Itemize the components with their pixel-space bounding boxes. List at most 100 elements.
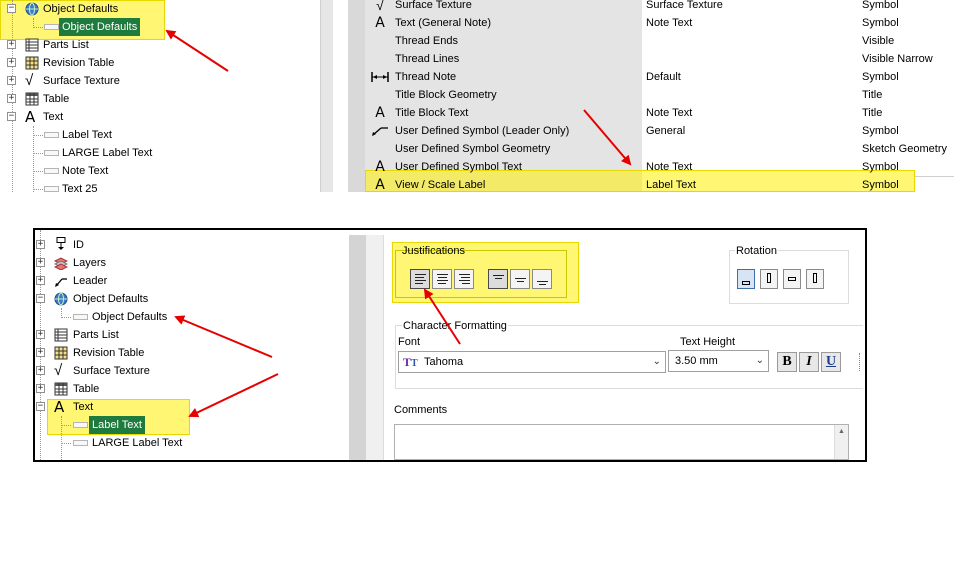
comments-field[interactable]: ▲: [394, 424, 849, 460]
tree-item-object-defaults[interactable]: − Object Defaults: [0, 0, 320, 18]
chevron-down-icon: ⌄: [755, 355, 764, 366]
expand-icon[interactable]: +: [7, 40, 16, 49]
expand-icon[interactable]: +: [7, 94, 16, 103]
align-bottom-button[interactable]: [532, 269, 552, 289]
collapse-icon[interactable]: −: [36, 294, 45, 303]
tree-item-revision-table[interactable]: + Revision Table: [35, 344, 349, 362]
justify-right-button[interactable]: [454, 269, 474, 289]
tree-item-parts-list[interactable]: + Parts List: [0, 36, 320, 54]
tree-item-id[interactable]: + ID: [35, 236, 349, 254]
expand-icon[interactable]: +: [7, 58, 16, 67]
align-middle-button[interactable]: [510, 269, 530, 289]
tree-item-large-label-text[interactable]: LARGE Label Text: [0, 144, 320, 162]
table-row[interactable]: Thread Ends Visible: [365, 32, 954, 50]
table-row[interactable]: √ Surface Texture Surface Texture Symbol: [365, 0, 954, 14]
tree-item-label: Label Text: [62, 129, 112, 141]
toolbar-separator: [859, 353, 860, 371]
tree-item-parts-list[interactable]: + Parts List: [35, 326, 349, 344]
cell-name: Surface Texture: [395, 0, 472, 11]
parts-list-icon: [54, 328, 68, 342]
tree-item-object-defaults-child[interactable]: Object Defaults: [35, 308, 349, 326]
cell-name: Thread Note: [395, 71, 457, 83]
rotation-90-button[interactable]: [760, 269, 778, 289]
text-a-icon: A: [25, 108, 36, 126]
underline-button[interactable]: U: [821, 352, 841, 372]
leader-icon: [372, 127, 388, 136]
tree-item-label: Text 25: [62, 183, 98, 192]
table-row[interactable]: A Text (General Note) Note Text Symbol: [365, 14, 954, 32]
check-icon: √: [376, 0, 384, 13]
table-row-view-scale-label[interactable]: A View / Scale Label Label Text Symbol: [365, 176, 954, 194]
layers-icon: [54, 257, 68, 270]
expand-icon[interactable]: +: [36, 276, 45, 285]
tree-item-text-25[interactable]: Text 25: [0, 180, 320, 192]
align-top-button[interactable]: [488, 269, 508, 289]
justify-center-button[interactable]: [432, 269, 452, 289]
cell-name: Thread Lines: [395, 53, 460, 65]
tree-item-table[interactable]: + Table: [0, 90, 320, 108]
collapse-icon[interactable]: −: [36, 402, 45, 411]
splitter[interactable]: [349, 235, 366, 460]
rotation-180-button[interactable]: [783, 269, 801, 289]
justifications-title: Justifications: [402, 245, 465, 257]
bold-button[interactable]: B: [777, 352, 797, 372]
tree-item-text[interactable]: − A Text: [35, 398, 349, 416]
tree-item-object-defaults-child[interactable]: Object Defaults: [0, 18, 320, 36]
justify-left-button[interactable]: [410, 269, 430, 289]
scrollbar[interactable]: [320, 0, 333, 192]
tree-item-table[interactable]: + Table: [35, 380, 349, 398]
table-row[interactable]: A Title Block Text Note Text Title: [365, 104, 954, 122]
cell-name: User Defined Symbol Text: [395, 161, 522, 173]
table-row[interactable]: Thread Note Default Symbol: [365, 68, 954, 86]
leader-icon: [55, 278, 67, 287]
text-height-value: 3.50 mm: [675, 355, 718, 367]
cell-layer: Visible Narrow: [862, 53, 933, 65]
table-row[interactable]: A User Defined Symbol Text Note Text Sym…: [365, 158, 954, 176]
scroll-up-icon[interactable]: ▲: [838, 428, 845, 435]
tree-item-label: Layers: [73, 257, 107, 269]
cell-name: Title Block Geometry: [395, 89, 497, 101]
tree-item-label: Object Defaults: [43, 3, 119, 15]
expand-icon[interactable]: +: [36, 258, 45, 267]
collapse-icon[interactable]: −: [7, 4, 16, 13]
text-height-select[interactable]: 3.50 mm ⌄: [668, 350, 769, 372]
cell-name: Thread Ends: [395, 35, 458, 47]
rotation-270-button[interactable]: [806, 269, 824, 289]
tree-item-label-text[interactable]: Label Text: [0, 126, 320, 144]
text-a-icon: A: [375, 105, 385, 121]
rect-icon: [73, 440, 88, 446]
table-row[interactable]: User Defined Symbol Geometry Sketch Geom…: [365, 140, 954, 158]
tree-item-layers[interactable]: + Layers: [35, 254, 349, 272]
scrollbar[interactable]: ▲: [834, 425, 848, 459]
tree-item-object-defaults[interactable]: − Object Defaults: [35, 290, 349, 308]
splitter[interactable]: [348, 0, 365, 192]
cell-style: Label Text: [646, 179, 696, 191]
rect-icon: [73, 314, 88, 320]
tree-item-label: LARGE Label Text: [62, 147, 153, 159]
expand-icon[interactable]: +: [7, 76, 16, 85]
rotation-0-button[interactable]: [737, 269, 755, 289]
tree-item-label: Parts List: [73, 329, 119, 341]
expand-icon[interactable]: +: [36, 330, 45, 339]
tree-item-label: Text: [73, 401, 94, 413]
table-row[interactable]: User Defined Symbol (Leader Only) Genera…: [365, 122, 954, 140]
truetype-font-icon: TT: [403, 355, 418, 369]
font-select[interactable]: TT Tahoma ⌄: [398, 351, 666, 373]
tree-item-revision-table[interactable]: + Revision Table: [0, 54, 320, 72]
tree-item-label: ID: [73, 239, 84, 251]
expand-icon[interactable]: +: [36, 366, 45, 375]
table-row[interactable]: Title Block Geometry Title: [365, 86, 954, 104]
tree-item-text[interactable]: − A Text: [0, 108, 320, 126]
expand-icon[interactable]: +: [36, 348, 45, 357]
italic-button[interactable]: I: [799, 352, 819, 372]
expand-icon[interactable]: +: [36, 384, 45, 393]
tree-item-note-text[interactable]: Note Text: [0, 162, 320, 180]
tree-item-surface-texture[interactable]: + √ Surface Texture: [35, 362, 349, 380]
tree-item-surface-texture[interactable]: + √ Surface Texture: [0, 72, 320, 90]
tree-item-leader[interactable]: + Leader: [35, 272, 349, 290]
table-row[interactable]: Thread Lines Visible Narrow: [365, 50, 954, 68]
tree-item-large-label-text[interactable]: LARGE Label Text: [35, 434, 349, 452]
expand-icon[interactable]: +: [36, 240, 45, 249]
collapse-icon[interactable]: −: [7, 112, 16, 121]
tree-item-label-text[interactable]: Label Text: [35, 416, 349, 434]
